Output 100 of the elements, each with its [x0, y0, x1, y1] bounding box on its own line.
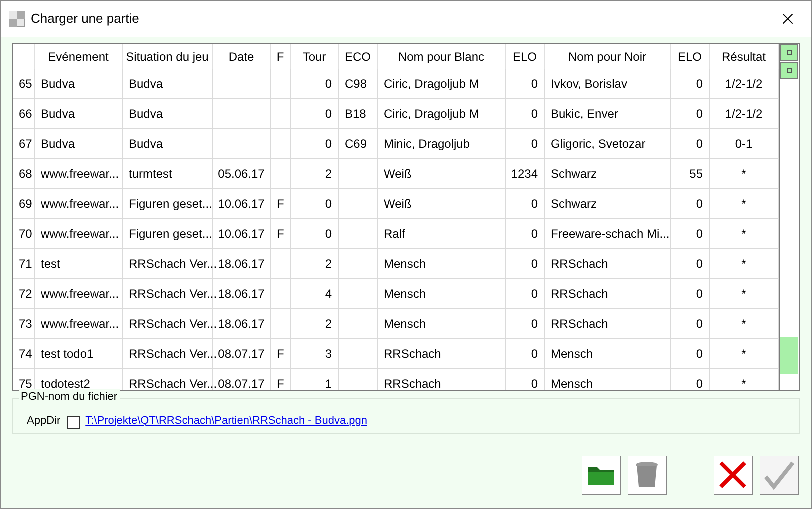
table-cell-text: 05.06.17 [217, 166, 266, 182]
table-cell-text: Ralf [383, 226, 406, 242]
table-cell-text: 2 [324, 166, 333, 182]
table-cell-text: C98 [344, 76, 368, 92]
column-header[interactable]: ELO [506, 44, 545, 69]
table-cell-text: Bukic, Enver [550, 106, 620, 122]
table-cell-text: 4 [324, 286, 333, 302]
table-cell-text: 0 [530, 226, 539, 242]
open-button[interactable] [582, 456, 621, 495]
table-cell-text: Minic, Dragoljub [383, 136, 472, 152]
table-cell-text: F [276, 346, 286, 362]
row-number: 72 [18, 286, 34, 302]
delete-button[interactable] [628, 456, 667, 495]
table-cell-text: 2 [324, 316, 333, 332]
table-cell-text: Weiß [383, 166, 413, 182]
table-cell-text: * [740, 256, 748, 272]
table-cell-text: 0 [695, 226, 704, 242]
column-header[interactable]: Situation du jeu [123, 44, 213, 69]
scroll-thumb[interactable] [780, 337, 798, 374]
table-cell-text: * [740, 226, 748, 242]
table-cell-text: 10.06.17 [217, 226, 266, 242]
table-cell-text: Mensch [383, 286, 428, 302]
table-cell-text: 0 [530, 196, 539, 212]
table-cell-text: Ciric, Dragoljub M [383, 106, 480, 122]
cancel-button[interactable] [714, 456, 753, 495]
table-cell-text: Gligoric, Svetozar [550, 136, 647, 152]
table-cell-text: 1/2-1/2 [724, 106, 764, 122]
table-cell-text: 0 [324, 136, 333, 152]
table-cell-text: Ivkov, Borislav [550, 76, 628, 92]
table-cell-text: Budva [40, 106, 76, 122]
table-cell-text: 0 [695, 106, 704, 122]
table-cell-text: RRSchach [383, 346, 442, 362]
column-header[interactable]: Nom pour Blanc [378, 44, 506, 69]
table-cell-text: Budva [128, 106, 164, 122]
table-cell-text: Mensch [550, 376, 594, 390]
table-cell-text: 0 [324, 76, 333, 92]
table-cell-text: 0 [695, 196, 704, 212]
table-cell-text: C69 [344, 136, 368, 152]
table-cell-text: * [740, 196, 748, 212]
table-cell-text: Budva [128, 76, 164, 92]
table-cell-text: * [740, 346, 748, 362]
table-cell-text: 1/2-1/2 [724, 76, 764, 92]
column-header[interactable]: Nom pour Noir [545, 44, 671, 69]
checkmark-icon [763, 460, 795, 490]
table-cell-text: * [740, 166, 748, 182]
column-header[interactable]: ECO [339, 44, 378, 69]
scroll-up-button[interactable] [780, 44, 798, 61]
scrollbar[interactable] [779, 44, 798, 390]
table-cell-text: 0 [695, 256, 704, 272]
appdir-label: AppDir [27, 414, 61, 428]
table-cell-text: 0 [695, 376, 704, 390]
row-number: 68 [18, 166, 34, 182]
table-cell-text: 0 [324, 226, 333, 242]
table-cell-text: www.freewar... [40, 286, 120, 302]
table-cell-text: 0 [530, 136, 539, 152]
table-cell-text: 0 [530, 346, 539, 362]
column-header[interactable]: Date [213, 44, 271, 69]
row-number: 66 [18, 106, 34, 122]
table-cell-text: 0 [695, 76, 704, 92]
table-cell-text: 0 [530, 106, 539, 122]
table-cell-text: www.freewar... [40, 226, 120, 242]
table-cell-text: Schwarz [550, 196, 598, 212]
table-cell-text: RRSchach [550, 256, 610, 272]
table-cell-text: 0 [530, 286, 539, 302]
row-number: 74 [18, 346, 34, 362]
table-cell-text: 3 [324, 346, 333, 362]
table-cell-text: turmtest [128, 166, 174, 182]
table-cell-text: 1 [324, 376, 333, 390]
table-cell-text: * [740, 376, 748, 390]
table-cell-text: todotest2 [40, 376, 92, 390]
trash-can-icon [635, 461, 659, 489]
table-cell-text: Figuren geset... [128, 196, 212, 212]
table-cell-text: F [276, 376, 286, 390]
table-cell-text: 0 [530, 76, 539, 92]
row-number: 75 [18, 376, 34, 390]
table-cell-text: Schwarz [550, 166, 598, 182]
table-cell-text: www.freewar... [40, 316, 120, 332]
table-cell-text: 0 [530, 256, 539, 272]
app-icon [9, 11, 25, 27]
table-cell-text: 0-1 [734, 136, 754, 152]
table-cell-text: 0 [324, 196, 333, 212]
table-cell-text: F [276, 196, 286, 212]
table-cell-text: * [740, 286, 748, 302]
table-cell-text: www.freewar... [40, 166, 120, 182]
table-cell-text: Mensch [383, 256, 428, 272]
table-cell-text: Budva [128, 136, 164, 152]
appdir-checkbox[interactable] [66, 416, 80, 429]
row-number: 71 [18, 256, 34, 272]
column-header[interactable]: Tour [291, 44, 339, 69]
folder-icon [587, 464, 615, 486]
table-cell-text: 2 [324, 256, 333, 272]
column-header[interactable]: Evénement [35, 44, 123, 69]
file-path-link[interactable]: T:\Projekte\QT\RRSchach\Partien\RRSchach - Budva.pgn [86, 412, 368, 429]
column-header[interactable]: F [271, 44, 291, 69]
table-cell-text: 0 [530, 316, 539, 332]
column-header[interactable]: ELO [671, 44, 710, 69]
table-cell-text: Freeware-schach Mi... [550, 226, 670, 242]
table-cell-text: www.freewar... [40, 196, 120, 212]
scroll-down-button[interactable] [780, 62, 798, 79]
table-cell-text: RRSchach [550, 316, 610, 332]
